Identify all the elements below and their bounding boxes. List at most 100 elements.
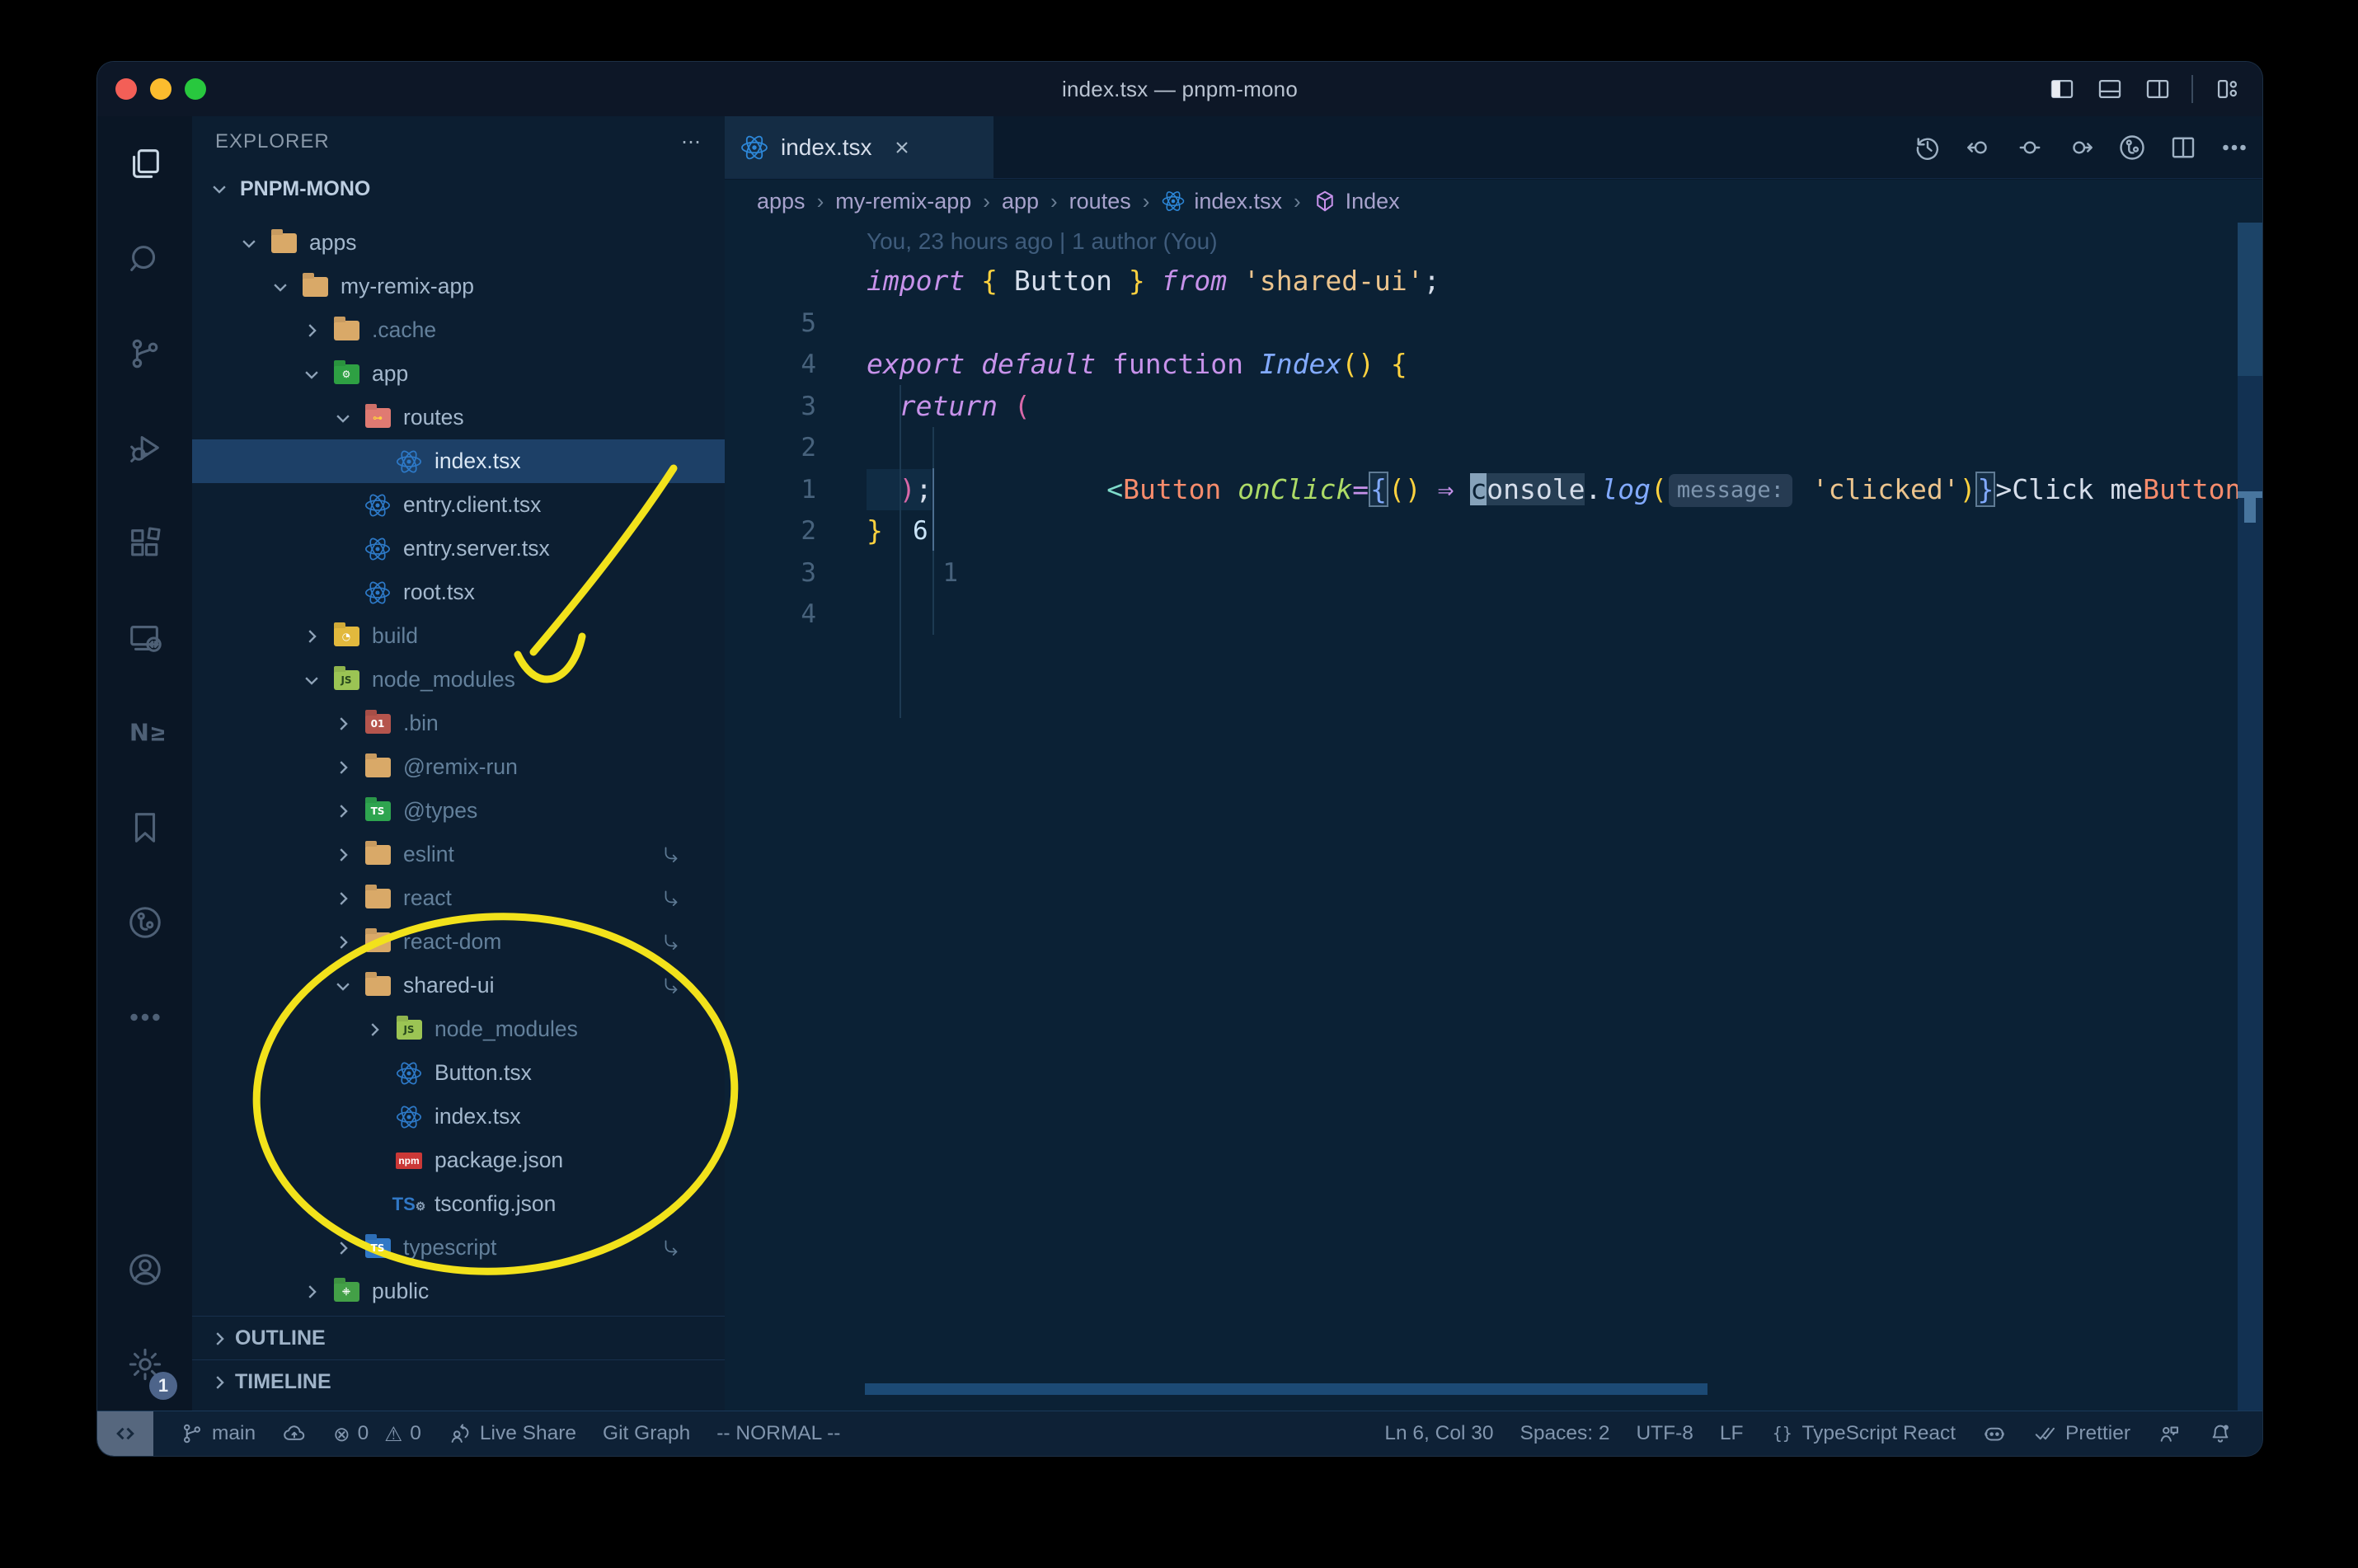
code-line[interactable]: 3 export default function Index() { bbox=[725, 344, 2238, 421]
breadcrumb-item-index.tsx[interactable]: index.tsx bbox=[1161, 189, 1282, 214]
status-live-share[interactable]: Live Share bbox=[448, 1421, 576, 1446]
minimize-window-button[interactable] bbox=[150, 78, 171, 100]
activitybar-account[interactable] bbox=[97, 1222, 192, 1317]
tree-item-entry.client.tsx[interactable]: entry.client.tsx bbox=[192, 483, 725, 527]
explorer-more-icon[interactable]: ⋯ bbox=[681, 130, 702, 154]
toggle-secondary-sidebar-icon[interactable] bbox=[2144, 75, 2172, 103]
status-vim-mode[interactable]: -- NORMAL -- bbox=[716, 1422, 840, 1445]
code-line[interactable]: 4 bbox=[725, 552, 2238, 629]
activitybar-search[interactable] bbox=[97, 211, 192, 306]
toggle-panel-icon[interactable] bbox=[2096, 75, 2124, 103]
remote-indicator[interactable] bbox=[97, 1411, 153, 1456]
timeline-section[interactable]: TIMELINE bbox=[192, 1359, 725, 1404]
outline-section[interactable]: OUTLINE bbox=[192, 1316, 725, 1360]
folder-node-modules-icon: JS bbox=[327, 669, 365, 690]
code-area[interactable]: You, 23 hours ago | 1 author (You) 5 imp… bbox=[725, 223, 2238, 1411]
status-sync[interactable] bbox=[282, 1421, 307, 1446]
more-actions-icon[interactable] bbox=[2219, 133, 2249, 162]
tree-item-app[interactable]: ⚙ app bbox=[192, 352, 725, 396]
tree-item-react[interactable]: react bbox=[192, 876, 725, 920]
desktop-background: index.tsx — pnpm-mono N≥ 1 EXPLORER ⋯ PNP… bbox=[0, 0, 2358, 1568]
status-notifications[interactable] bbox=[2208, 1421, 2233, 1446]
toggle-sidebar-icon[interactable] bbox=[2048, 75, 2076, 103]
tree-item-apps[interactable]: apps bbox=[192, 221, 725, 265]
code-line[interactable]: 3 } bbox=[725, 510, 2238, 588]
tab-index-tsx[interactable]: index.tsx bbox=[725, 116, 993, 178]
code-line[interactable]: 4 bbox=[725, 303, 2238, 379]
activitybar-explorer[interactable] bbox=[97, 116, 192, 211]
status-feedback[interactable] bbox=[2157, 1421, 2182, 1446]
tree-item-.cache[interactable]: .cache bbox=[192, 308, 725, 352]
horizontal-scrollbar[interactable] bbox=[865, 1383, 1707, 1395]
tree-item-shared-ui[interactable]: shared-ui bbox=[192, 964, 725, 1007]
status-indentation[interactable]: Spaces: 2 bbox=[1520, 1422, 1609, 1445]
scrollbar-thumb[interactable] bbox=[2238, 223, 2262, 376]
tree-item-tsconfig.json[interactable]: TS⚙ tsconfig.json bbox=[192, 1182, 725, 1226]
tree-item-node_modules[interactable]: JS node_modules bbox=[192, 1007, 725, 1051]
tree-item-typescript[interactable]: TS typescript bbox=[192, 1226, 725, 1270]
close-window-button[interactable] bbox=[115, 78, 137, 100]
breadcrumb-item-apps[interactable]: apps bbox=[757, 189, 806, 214]
status-encoding[interactable]: UTF-8 bbox=[1636, 1422, 1693, 1445]
tree-item-my-remix-app[interactable]: my-remix-app bbox=[192, 265, 725, 308]
activitybar-remote-explorer[interactable] bbox=[97, 590, 192, 685]
activitybar-nx-console[interactable]: N≥ bbox=[97, 685, 192, 780]
current-change-icon[interactable] bbox=[2015, 133, 2045, 162]
tree-item-.bin[interactable]: 01 .bin bbox=[192, 702, 725, 745]
status-prettier[interactable]: Prettier bbox=[2033, 1421, 2130, 1446]
react-icon bbox=[390, 1103, 428, 1131]
chevron-right-icon bbox=[327, 802, 359, 820]
source-control-icon bbox=[126, 335, 164, 373]
feedback-icon bbox=[2157, 1421, 2182, 1446]
status-eol[interactable]: LF bbox=[1720, 1422, 1744, 1445]
next-change-icon[interactable] bbox=[2066, 133, 2096, 162]
customize-layout-icon[interactable] bbox=[2213, 75, 2241, 103]
zoom-window-button[interactable] bbox=[185, 78, 206, 100]
sync-icon bbox=[282, 1421, 307, 1446]
tree-item-routes[interactable]: ⊶ routes bbox=[192, 396, 725, 439]
tree-item-root.tsx[interactable]: root.tsx bbox=[192, 570, 725, 614]
activitybar-source-control[interactable] bbox=[97, 306, 192, 401]
tree-item-eslint[interactable]: eslint bbox=[192, 833, 725, 876]
status-branch[interactable]: main bbox=[180, 1421, 256, 1446]
code-line[interactable]: 1 6 <Button onClick={() ⇒ console.log(me… bbox=[725, 427, 2238, 588]
tree-item-public[interactable]: ꔰ public bbox=[192, 1270, 725, 1313]
code-line[interactable]: 2 ); bbox=[725, 469, 2238, 547]
breadcrumb-item-my-remix-app[interactable]: my-remix-app bbox=[835, 189, 971, 214]
tree-item-react-dom[interactable]: react-dom bbox=[192, 920, 725, 964]
breadcrumb-item-Index[interactable]: Index bbox=[1313, 189, 1400, 214]
activitybar-settings[interactable]: 1 bbox=[97, 1317, 192, 1411]
status-problems[interactable]: ⊗ 0 ⚠ 0 bbox=[333, 1422, 421, 1446]
tree-item-package.json[interactable]: npm package.json bbox=[192, 1138, 725, 1182]
activitybar-bookmarks[interactable] bbox=[97, 780, 192, 875]
activitybar-git-graph[interactable] bbox=[97, 875, 192, 969]
split-editor-icon[interactable] bbox=[2168, 133, 2198, 162]
code-line[interactable]: 5 import { Button } from 'shared-ui'; bbox=[725, 261, 2238, 338]
git-graph-icon[interactable] bbox=[2117, 133, 2147, 162]
close-tab-icon[interactable] bbox=[892, 138, 912, 157]
chevron-right-icon bbox=[359, 1021, 390, 1039]
activitybar-more-views[interactable] bbox=[97, 969, 192, 1064]
tree-item-@types[interactable]: TS @types bbox=[192, 789, 725, 833]
breadcrumb-item-routes[interactable]: routes bbox=[1069, 189, 1131, 214]
tree-item-index.tsx[interactable]: index.tsx bbox=[192, 1095, 725, 1138]
status-git-graph[interactable]: Git Graph bbox=[603, 1422, 690, 1445]
activitybar-run-debug[interactable] bbox=[97, 401, 192, 495]
status-language-mode[interactable]: {} TypeScript React bbox=[1769, 1421, 1956, 1446]
tree-item-index.tsx[interactable]: index.tsx bbox=[192, 439, 725, 483]
code-line[interactable]: 2 return ( bbox=[725, 386, 2238, 463]
history-icon[interactable] bbox=[1913, 133, 1942, 162]
tree-item-entry.server.tsx[interactable]: entry.server.tsx bbox=[192, 527, 725, 570]
tree-item-@remix-run[interactable]: @remix-run bbox=[192, 745, 725, 789]
breadcrumb-item-app[interactable]: app bbox=[1002, 189, 1039, 214]
prev-change-icon[interactable] bbox=[1964, 133, 1994, 162]
tree-item-node_modules[interactable]: JS node_modules bbox=[192, 658, 725, 702]
status-cursor-position[interactable]: Ln 6, Col 30 bbox=[1384, 1422, 1493, 1445]
vertical-scrollbar[interactable] bbox=[2238, 223, 2262, 1411]
tree-item-Button.tsx[interactable]: Button.tsx bbox=[192, 1051, 725, 1095]
tree-item-build[interactable]: ◔ build bbox=[192, 614, 725, 658]
workspace-section-header[interactable]: PNPM-MONO bbox=[192, 167, 725, 210]
chevron-down-icon bbox=[296, 365, 327, 383]
status-copilot[interactable] bbox=[1982, 1421, 2007, 1446]
activitybar-extensions[interactable] bbox=[97, 495, 192, 590]
